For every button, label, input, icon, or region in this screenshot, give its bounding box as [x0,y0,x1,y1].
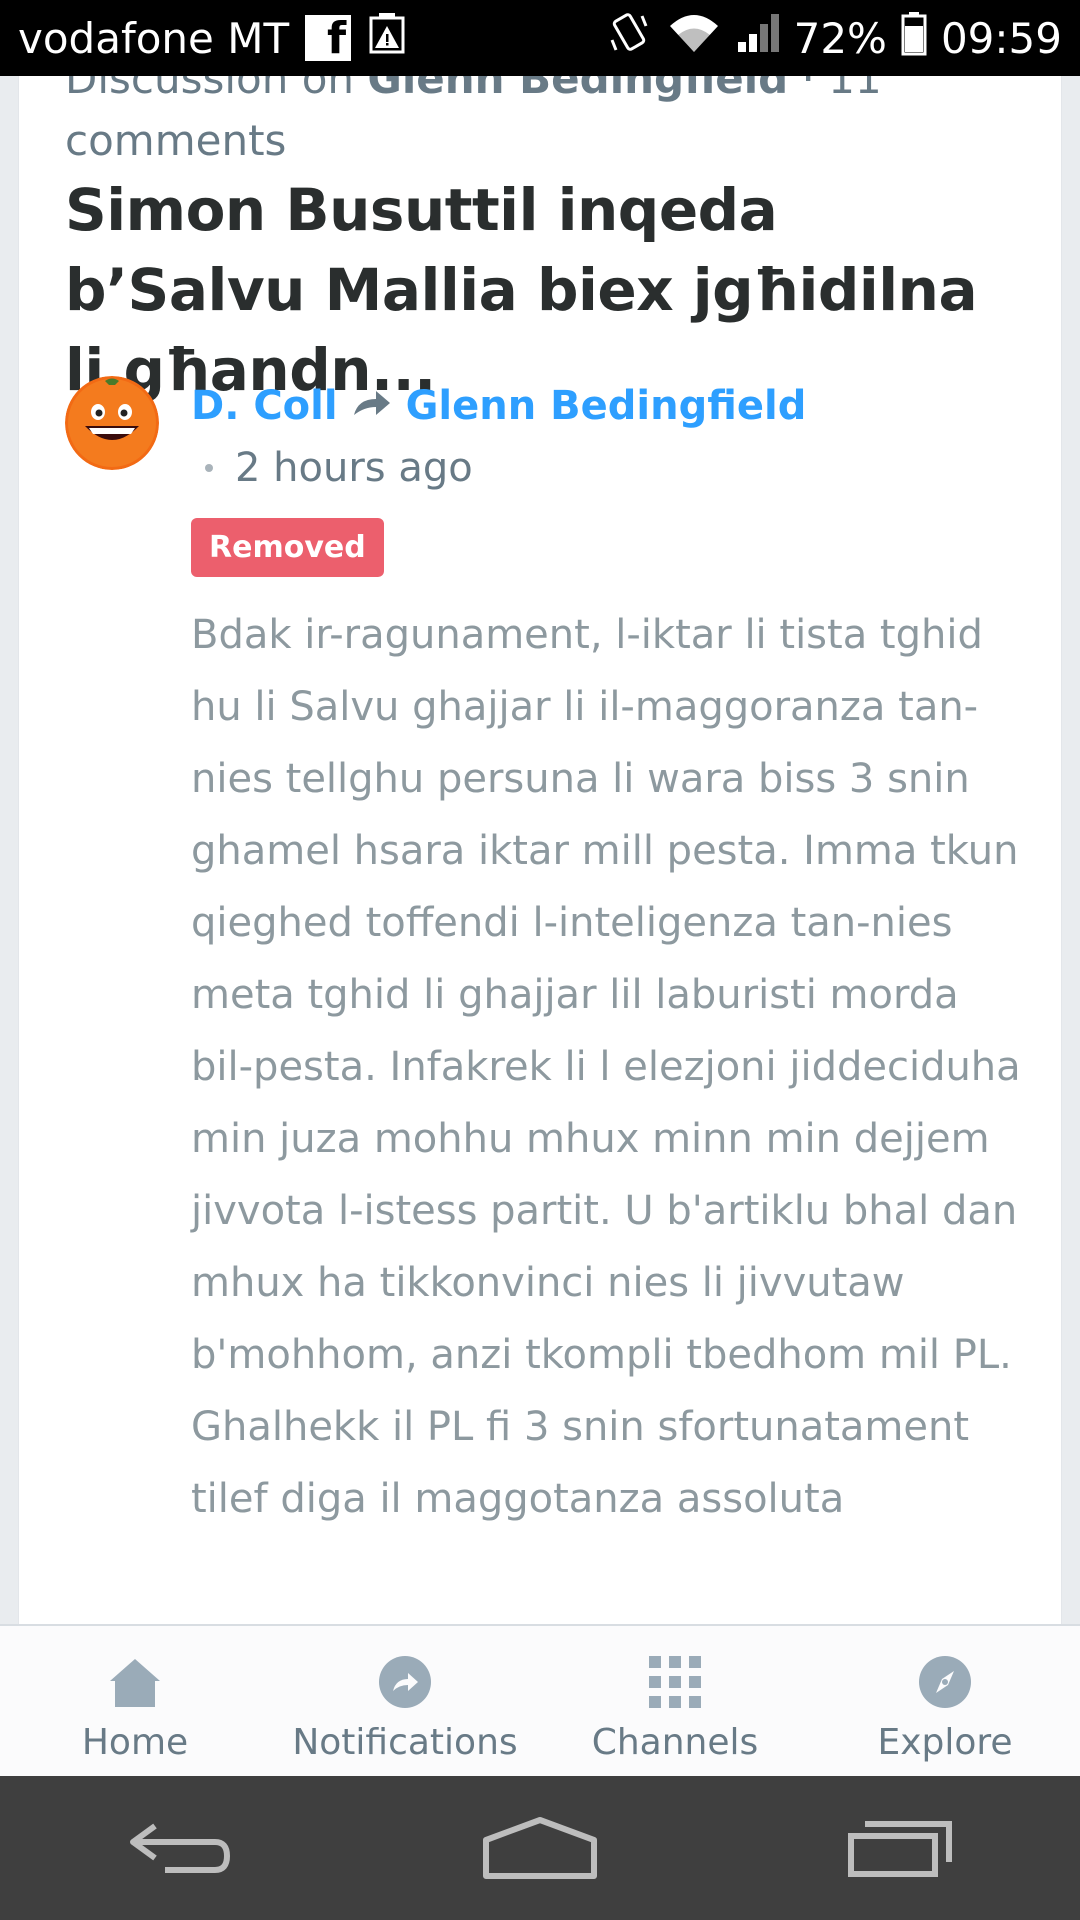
facebook-icon: f [305,15,352,61]
home-nav-icon[interactable] [470,1798,610,1898]
reply-to-author[interactable]: Glenn Bedingfield [406,383,807,429]
clock: 09:59 [940,13,1062,63]
tab-explore-label: Explore [877,1722,1013,1763]
android-nav-bar [0,1776,1080,1920]
channels-icon [645,1652,705,1712]
discussion-header[interactable]: Discussion on Glenn Bedingfield · 11 com… [65,76,965,172]
comment-timestamp[interactable]: 2 hours ago [235,445,473,491]
reply-arrow-icon [350,383,394,429]
discussion-suffix: comments [65,116,287,165]
bottom-tab-bar: Home Notifications Channels Explore [0,1624,1080,1776]
notifications-icon [375,1652,435,1712]
tab-home-label: Home [81,1722,189,1763]
tab-home[interactable]: Home [0,1626,270,1776]
vibrate-icon [606,10,652,66]
discussion-prefix: Discussion on [65,76,368,103]
tab-notifications[interactable]: Notifications [270,1626,540,1776]
battery-icon [901,10,927,66]
tab-channels[interactable]: Channels [540,1626,810,1776]
tab-notifications-label: Notifications [292,1722,518,1763]
discussion-owner[interactable]: Glenn Bedingfield [367,76,788,103]
explore-icon [915,1652,975,1712]
author-line: D. Coll Glenn Bedingfield [191,376,1031,436]
tab-channels-label: Channels [591,1722,759,1763]
meta-bullet [205,464,213,472]
comment-body: D. Coll Glenn Bedingfield 2 hours ago Re… [191,376,1031,1535]
discussion-count: 11 [828,76,882,103]
back-icon[interactable] [110,1798,250,1898]
status-bar: vodafone MT f 72% 09:59 [0,0,1080,76]
avatar[interactable] [65,376,159,470]
comment-text: Bdak ir-ragunament, l-iktar li tista tgh… [191,612,1021,1522]
tab-explore[interactable]: Explore [810,1626,1080,1776]
discussion-separator: · [788,76,829,103]
battery-percent: 72% [793,13,887,63]
wifi-icon [666,10,722,66]
home-icon [105,1652,165,1712]
comment-meta: 2 hours ago [191,436,1031,500]
comment-card: Discussion on Glenn Bedingfield · 11 com… [18,76,1062,1624]
carrier-label: vodafone MT [18,13,290,63]
comment-author[interactable]: D. Coll [191,383,338,429]
thread-title[interactable]: Simon Busuttil inqeda b’Salvu Mallia bie… [65,170,1025,410]
recents-icon[interactable] [830,1798,970,1898]
signal-icon [736,10,780,66]
removed-badge: Removed [191,518,384,577]
battery-warning-icon [367,10,411,66]
